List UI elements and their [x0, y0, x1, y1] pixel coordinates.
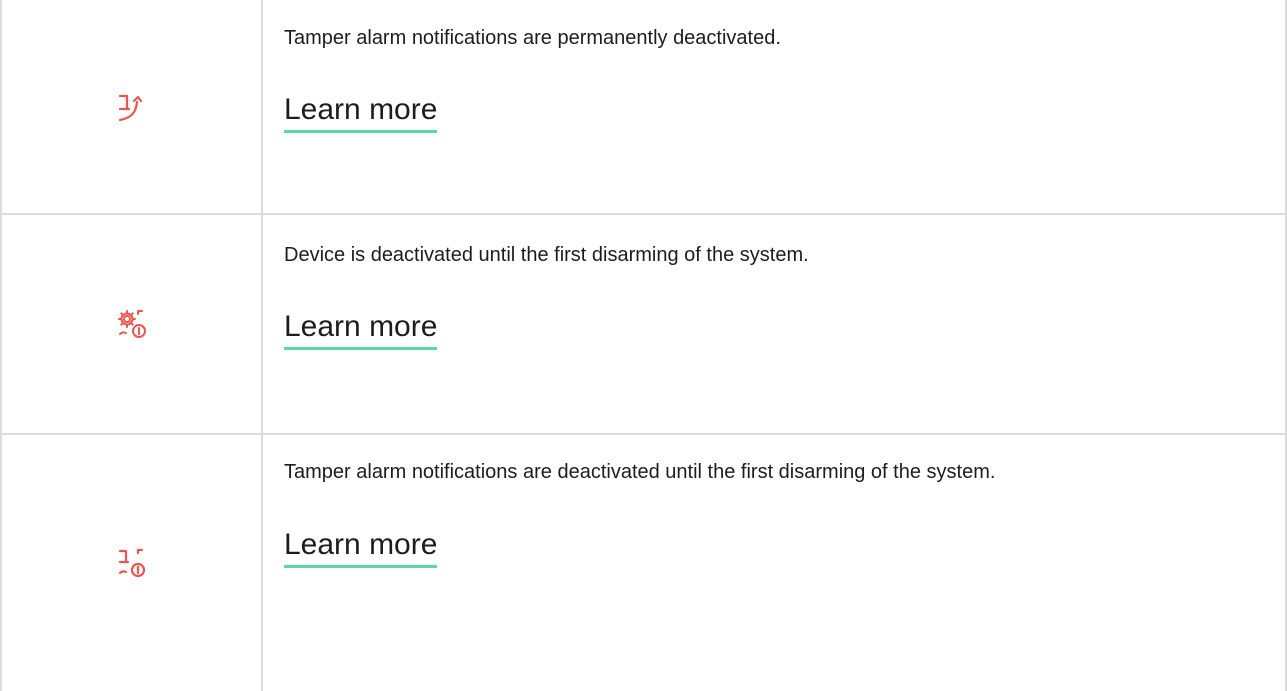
learn-more-link[interactable]: Learn more — [284, 309, 438, 350]
text-cell: Device is deactivated until the first di… — [284, 215, 1244, 350]
row-description: Tamper alarm notifications are deactivat… — [284, 461, 996, 483]
learn-more-link[interactable]: Learn more — [284, 527, 438, 568]
table-row: Device is deactivated until the first di… — [0, 215, 1287, 435]
tamper-permanently-deactivated-icon — [118, 94, 142, 121]
text-cell: Tamper alarm notifications are deactivat… — [284, 435, 1244, 568]
row-description: Device is deactivated until the first di… — [284, 244, 809, 266]
icon-cell — [2, 0, 261, 213]
learn-more-link[interactable]: Learn more — [284, 92, 438, 133]
row-description: Tamper alarm notifications are permanent… — [284, 27, 781, 49]
table-row: Tamper alarm notifications are deactivat… — [0, 435, 1287, 691]
icon-cell — [2, 215, 261, 433]
tamper-deactivated-until-disarm-icon — [118, 548, 145, 578]
text-cell: Tamper alarm notifications are permanent… — [284, 0, 1244, 133]
status-icons-table: Tamper alarm notifications are permanent… — [0, 0, 1287, 691]
icon-cell — [2, 435, 261, 691]
table-row: Tamper alarm notifications are permanent… — [0, 0, 1287, 215]
device-deactivated-until-disarm-icon — [117, 310, 146, 338]
